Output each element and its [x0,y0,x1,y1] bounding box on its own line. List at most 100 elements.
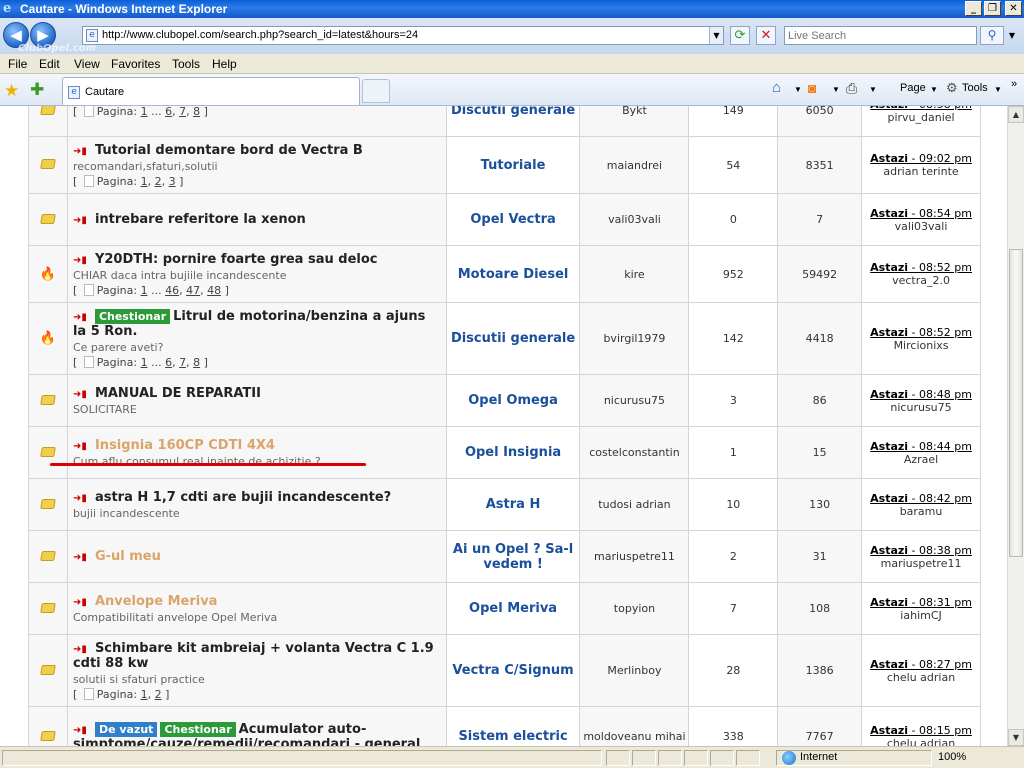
last-post-time-link[interactable]: Astazi - 08:52 pm [863,261,979,274]
topic-title-link[interactable]: Schimbare kit ambreiaj + volanta Vectra … [73,641,434,671]
zoom-level[interactable]: 100% [938,751,966,763]
page-link[interactable]: 1 [141,175,148,188]
page-link[interactable]: 46 [165,284,179,297]
author-name[interactable]: vali03vali [608,213,661,226]
feeds-dropdown-icon[interactable]: ▼ [832,85,840,94]
forum-link[interactable]: Discutii generale [451,106,575,118]
page-menu-button[interactable]: Page [900,82,926,94]
author-name[interactable]: costelconstantin [589,446,680,459]
last-post-time-link[interactable]: Astazi - 08:48 pm [863,388,979,401]
last-post-time-link[interactable]: Astazi - 08:58 pm [863,106,979,111]
print-dropdown-icon[interactable]: ▼ [869,85,877,94]
home-dropdown-icon[interactable]: ▼ [794,85,802,94]
maximize-button[interactable]: ❐ [984,1,1001,16]
forum-link[interactable]: Tutoriale [481,158,546,173]
minimize-button[interactable]: _ [965,1,982,16]
last-post-user[interactable]: vectra_2.0 [863,274,979,287]
last-post-time-link[interactable]: Astazi - 08:42 pm [863,492,979,505]
goto-new-post-icon[interactable]: ➜▮ [73,312,93,323]
goto-new-post-icon[interactable]: ➜▮ [73,255,93,266]
refresh-button[interactable]: ⟳ [730,26,750,45]
page-link[interactable]: 8 [193,356,200,369]
feeds-icon[interactable]: ◙ [808,80,816,96]
goto-new-post-icon[interactable]: ➜▮ [73,725,93,736]
goto-new-post-icon[interactable]: ➜▮ [73,441,93,452]
author-name[interactable]: maiandrei [607,159,662,172]
search-icon[interactable]: ⚲ [980,26,1004,45]
topic-title-link[interactable]: G-ul meu [95,549,161,564]
close-button[interactable]: ✕ [1005,1,1022,16]
page-dropdown-icon[interactable]: ▼ [930,85,938,94]
last-post-user[interactable]: mariuspetre11 [863,557,979,570]
menu-help[interactable]: Help [212,57,237,71]
page-link[interactable]: 47 [186,284,200,297]
last-post-user[interactable]: baramu [863,505,979,518]
forum-link[interactable]: Opel Vectra [470,212,555,227]
page-link[interactable]: 6 [165,356,172,369]
topic-title-link[interactable]: astra H 1,7 cdti are bujii incandescente… [95,490,391,505]
menu-edit[interactable]: Edit [39,57,60,71]
scroll-down-icon[interactable]: ▼ [1008,729,1024,746]
last-post-user[interactable]: pirvu_daniel [863,111,979,124]
search-options-dropdown-icon[interactable]: ▼ [1005,26,1019,45]
page-link[interactable]: 1 [141,106,148,118]
last-post-user[interactable]: vali03vali [863,220,979,233]
author-name[interactable]: kire [624,268,644,281]
last-post-user[interactable]: nicurusu75 [863,401,979,414]
last-post-time-link[interactable]: Astazi - 08:31 pm [863,596,979,609]
last-post-time-link[interactable]: Astazi - 08:27 pm [863,658,979,671]
page-link[interactable]: 1 [141,284,148,297]
last-post-time-link[interactable]: Astazi - 09:02 pm [863,152,979,165]
menu-favorites[interactable]: Favorites [111,57,160,71]
last-post-user[interactable]: Mircionixs [863,339,979,352]
page-link[interactable]: 6 [165,106,172,118]
goto-new-post-icon[interactable]: ➜▮ [73,146,93,157]
last-post-time-link[interactable]: Astazi - 08:52 pm [863,326,979,339]
menu-view[interactable]: View [74,57,100,71]
goto-new-post-icon[interactable]: ➜▮ [73,493,93,504]
last-post-user[interactable]: iahimCJ [863,609,979,622]
page-link[interactable]: 3 [169,175,176,188]
page-link[interactable]: 8 [193,106,200,118]
vertical-scrollbar[interactable]: ▲ ▼ [1007,106,1024,746]
topic-title-link[interactable]: intrebare referitore la xenon [95,212,306,227]
add-favorite-icon[interactable]: ✚ [30,80,44,100]
stop-button[interactable]: ✕ [756,26,776,45]
last-post-time-link[interactable]: Astazi - 08:15 pm [863,724,979,737]
forum-link[interactable]: Opel Insignia [465,445,561,460]
scroll-up-icon[interactable]: ▲ [1008,106,1024,123]
author-name[interactable]: bvirgil1979 [603,332,665,345]
tab-cautare[interactable]: e Cautare [62,77,360,105]
last-post-time-link[interactable]: Astazi - 08:54 pm [863,207,979,220]
search-box[interactable] [784,26,977,45]
forum-link[interactable]: Sistem electric [458,729,567,744]
last-post-time-link[interactable]: Astazi - 08:38 pm [863,544,979,557]
menu-file[interactable]: File [8,57,27,71]
last-post-user[interactable]: adrian terinte [863,165,979,178]
forum-link[interactable]: Vectra C/Signum [452,663,573,678]
more-chevron-icon[interactable]: » [1011,78,1017,90]
author-name[interactable]: Bykt [622,106,647,117]
goto-new-post-icon[interactable]: ➜▮ [73,644,93,655]
last-post-user[interactable]: chelu adrian [863,671,979,684]
forum-link[interactable]: Discutii generale [451,331,575,346]
home-icon[interactable]: ⌂ [772,79,781,96]
forum-link[interactable]: Astra H [486,497,541,512]
topic-title-link[interactable]: Y20DTH: pornire foarte grea sau deloc [95,252,378,267]
tools-menu-button[interactable]: Tools [962,82,988,94]
author-name[interactable]: topyion [614,602,655,615]
address-dropdown-icon[interactable]: ▼ [709,27,723,44]
goto-new-post-icon[interactable]: ➜▮ [73,389,93,400]
new-tab-button[interactable] [362,79,390,103]
author-name[interactable]: tudosi adrian [598,498,670,511]
print-icon[interactable]: ⎙ [846,80,857,97]
author-name[interactable]: moldoveanu mihai [583,730,685,743]
goto-new-post-icon[interactable]: ➜▮ [73,597,93,608]
forum-link[interactable]: Motoare Diesel [458,267,569,282]
menu-tools[interactable]: Tools [172,57,200,71]
page-link[interactable]: 2 [155,688,162,701]
author-name[interactable]: nicurusu75 [604,394,665,407]
topic-title-link[interactable]: Insignia 160CP CDTI 4X4 [95,438,275,453]
goto-new-post-icon[interactable]: ➜▮ [73,552,93,563]
last-post-user[interactable]: chelu adrian [863,737,979,747]
